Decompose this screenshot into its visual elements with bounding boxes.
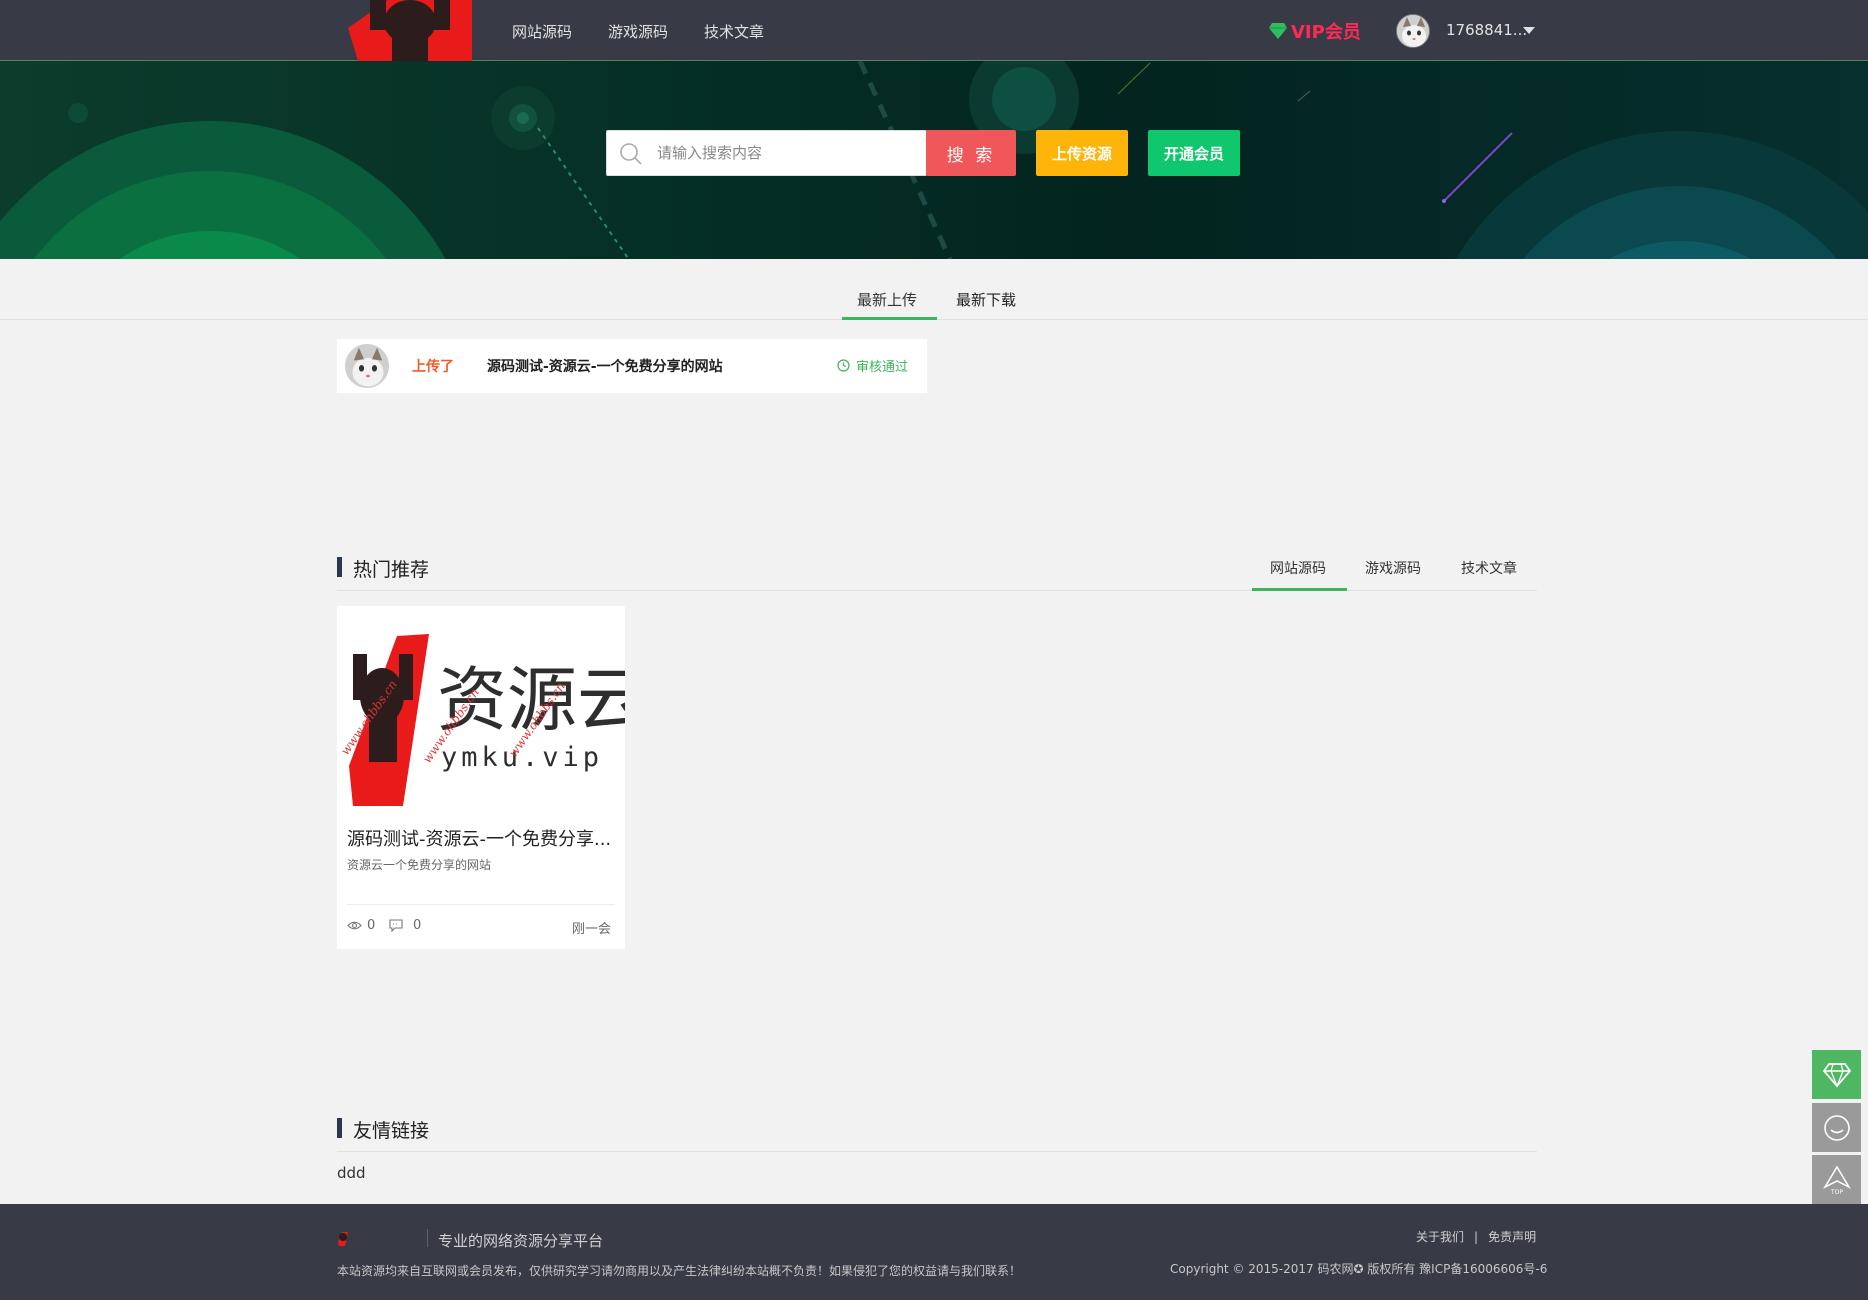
tab-website-source[interactable]: 网站源码 <box>1270 558 1326 578</box>
logo-icon <box>348 0 472 61</box>
tab-latest-download[interactable]: 最新下载 <box>956 289 1016 310</box>
comment-count: 0 <box>389 918 421 933</box>
copyright: Copyright © 2015-2017 码农网✪ 版权所有 豫ICP备160… <box>1170 1262 1548 1276</box>
view-count: 0 <box>347 918 375 933</box>
nav-item-website-source[interactable]: 网站源码 <box>512 21 572 42</box>
divider <box>347 904 615 905</box>
footer-links: 关于我们 | 免责声明 <box>1416 1228 1536 1245</box>
top-navbar: 网站源码 游戏源码 技术文章 VIP会员 1768841... <box>0 0 1868 61</box>
tab-game-source[interactable]: 游戏源码 <box>1365 558 1421 578</box>
tab-latest-upload[interactable]: 最新上传 <box>857 289 917 310</box>
float-chat-button[interactable] <box>1812 1103 1861 1152</box>
uploader-avatar[interactable] <box>345 344 389 388</box>
section-marker <box>337 557 342 577</box>
site-logo[interactable] <box>348 0 472 61</box>
float-back-to-top-button[interactable]: TOP <box>1812 1155 1861 1204</box>
tab-tech-articles[interactable]: 技术文章 <box>1461 558 1517 578</box>
nav-item-tech-articles[interactable]: 技术文章 <box>704 21 764 42</box>
vip-link[interactable]: VIP会员 <box>1268 18 1361 44</box>
clock-icon <box>837 359 850 372</box>
resource-title[interactable]: 源码测试-资源云-一个免费分享... <box>347 825 617 851</box>
resource-card[interactable]: 资源云 ymku.vip www.ohbbs.cn www.ohbbs.cn w… <box>337 606 625 949</box>
top-arrow-icon: TOP <box>1822 1165 1851 1195</box>
logo-icon[interactable] <box>336 1230 352 1246</box>
chat-icon <box>1823 1114 1850 1141</box>
link-separator: | <box>1474 1230 1479 1244</box>
open-vip-button[interactable]: 开通会员 <box>1148 130 1240 176</box>
search-input[interactable] <box>655 131 920 175</box>
status-text: 审核通过 <box>856 360 909 375</box>
footer-slogan: 专业的网络资源分享平台 <box>438 1232 604 1250</box>
section-marker <box>337 1118 342 1138</box>
hot-recommend-header: 热门推荐 网站源码 游戏源码 技术文章 <box>337 553 1537 591</box>
comment-icon <box>389 919 403 932</box>
view-count-value: 0 <box>367 918 376 933</box>
comment-count-value: 0 <box>413 918 422 933</box>
post-time: 刚一会 <box>572 922 612 937</box>
upload-resource-button[interactable]: 上传资源 <box>1036 130 1128 176</box>
diamond-icon <box>1269 23 1287 39</box>
cat-avatar-image <box>1397 15 1429 47</box>
divider <box>427 1229 428 1247</box>
upload-title-link[interactable]: 源码测试-资源云-一个免费分享的网站 <box>487 356 723 376</box>
resource-description: 资源云一个免费分享的网站 <box>347 858 492 872</box>
list-item[interactable]: 上传了 源码测试-资源云-一个免费分享的网站 审核通过 <box>337 339 927 393</box>
cat-avatar-image <box>346 345 388 387</box>
upload-verb: 上传了 <box>412 359 454 375</box>
search-icon <box>620 143 642 165</box>
float-vip-button[interactable] <box>1812 1050 1861 1099</box>
footer: 专业的网络资源分享平台 本站资源均来自互联网或会员发布，仅供研究学习请勿商用以及… <box>0 1204 1868 1300</box>
latest-tabs: 最新上传 最新下载 <box>0 259 1868 320</box>
friend-links-header: 友情链接 <box>337 1114 1537 1152</box>
user-avatar[interactable] <box>1396 14 1430 48</box>
section-title: 友情链接 <box>353 1120 430 1142</box>
section-title: 热门推荐 <box>353 559 430 581</box>
search-button[interactable]: 搜 索 <box>926 130 1016 176</box>
resource-thumbnail[interactable]: 资源云 ymku.vip www.ohbbs.cn www.ohbbs.cn w… <box>337 606 625 806</box>
eye-icon <box>347 921 362 930</box>
search-banner: 搜 索 上传资源 开通会员 <box>0 61 1868 259</box>
caret-down-icon[interactable] <box>1523 27 1535 35</box>
active-tab-indicator <box>842 317 937 320</box>
username[interactable]: 1768841... <box>1446 21 1527 39</box>
resource-logo-image: 资源云 ymku.vip www.ohbbs.cn www.ohbbs.cn w… <box>338 634 625 806</box>
nav-item-game-source[interactable]: 游戏源码 <box>608 21 668 42</box>
active-tab-indicator <box>1252 588 1347 591</box>
friend-link[interactable]: ddd <box>337 1164 366 1182</box>
diamond-icon <box>1822 1062 1851 1088</box>
review-status: 审核通过 <box>837 356 908 375</box>
search-box <box>606 130 927 176</box>
disclaimer-link[interactable]: 免责声明 <box>1488 1230 1536 1244</box>
vip-label: VIP会员 <box>1291 22 1361 43</box>
svg-text:TOP: TOP <box>1829 1189 1842 1195</box>
about-us-link[interactable]: 关于我们 <box>1416 1230 1464 1244</box>
footer-notice: 本站资源均来自互联网或会员发布，仅供研究学习请勿商用以及产生法律纠纷本站概不负责… <box>337 1264 1022 1278</box>
